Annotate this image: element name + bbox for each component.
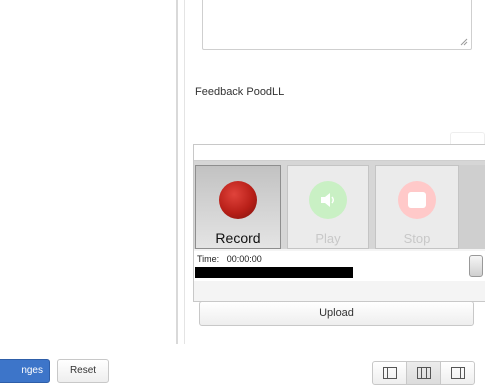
recorder-controls: Record Play Stop — [194, 161, 485, 249]
layout-toggle-group — [372, 361, 475, 385]
play-button[interactable]: Play — [287, 165, 369, 249]
page: Feedback PoodLL Record Play Stop Time: 0… — [0, 0, 485, 390]
record-button-label: Record — [215, 230, 261, 246]
recorder-time-bar: Time: 00:00:00 — [194, 251, 485, 281]
recorder-top-bar — [194, 145, 485, 161]
time-value: 00:00:00 — [226, 254, 262, 264]
poodll-recorder: Record Play Stop Time: 00:00:00 — [193, 144, 485, 302]
recorder-tab — [450, 132, 485, 144]
stop-icon — [398, 181, 436, 219]
stop-button[interactable]: Stop — [375, 165, 459, 249]
stop-button-label: Stop — [403, 231, 431, 246]
record-icon — [219, 181, 257, 219]
record-button[interactable]: Record — [195, 165, 281, 249]
upload-button[interactable]: Upload — [199, 301, 474, 326]
layout-right-panel-icon — [450, 367, 465, 379]
layout-center-button[interactable] — [406, 361, 441, 385]
resize-grip-icon[interactable] — [460, 38, 468, 46]
panel-divider-inner — [184, 0, 185, 344]
feedback-textarea[interactable] — [202, 0, 472, 50]
speaker-icon — [309, 181, 347, 219]
panel-divider — [176, 0, 178, 344]
layout-left-button[interactable] — [372, 361, 407, 385]
layout-center-panel-icon — [416, 367, 431, 379]
recording-progress-bar — [195, 267, 353, 278]
feedback-poodll-label: Feedback PoodLL — [195, 86, 285, 98]
layout-right-button[interactable] — [440, 361, 475, 385]
save-changes-button[interactable]: nges — [0, 359, 50, 383]
reset-button[interactable]: Reset — [57, 359, 109, 383]
layout-left-panel-icon — [382, 367, 397, 379]
play-button-label: Play — [315, 231, 341, 246]
recorder-side-strip — [459, 165, 485, 249]
time-label: Time: — [197, 254, 220, 264]
time-readout: Time: 00:00:00 — [197, 254, 262, 264]
recorder-side-knob[interactable] — [469, 255, 483, 277]
